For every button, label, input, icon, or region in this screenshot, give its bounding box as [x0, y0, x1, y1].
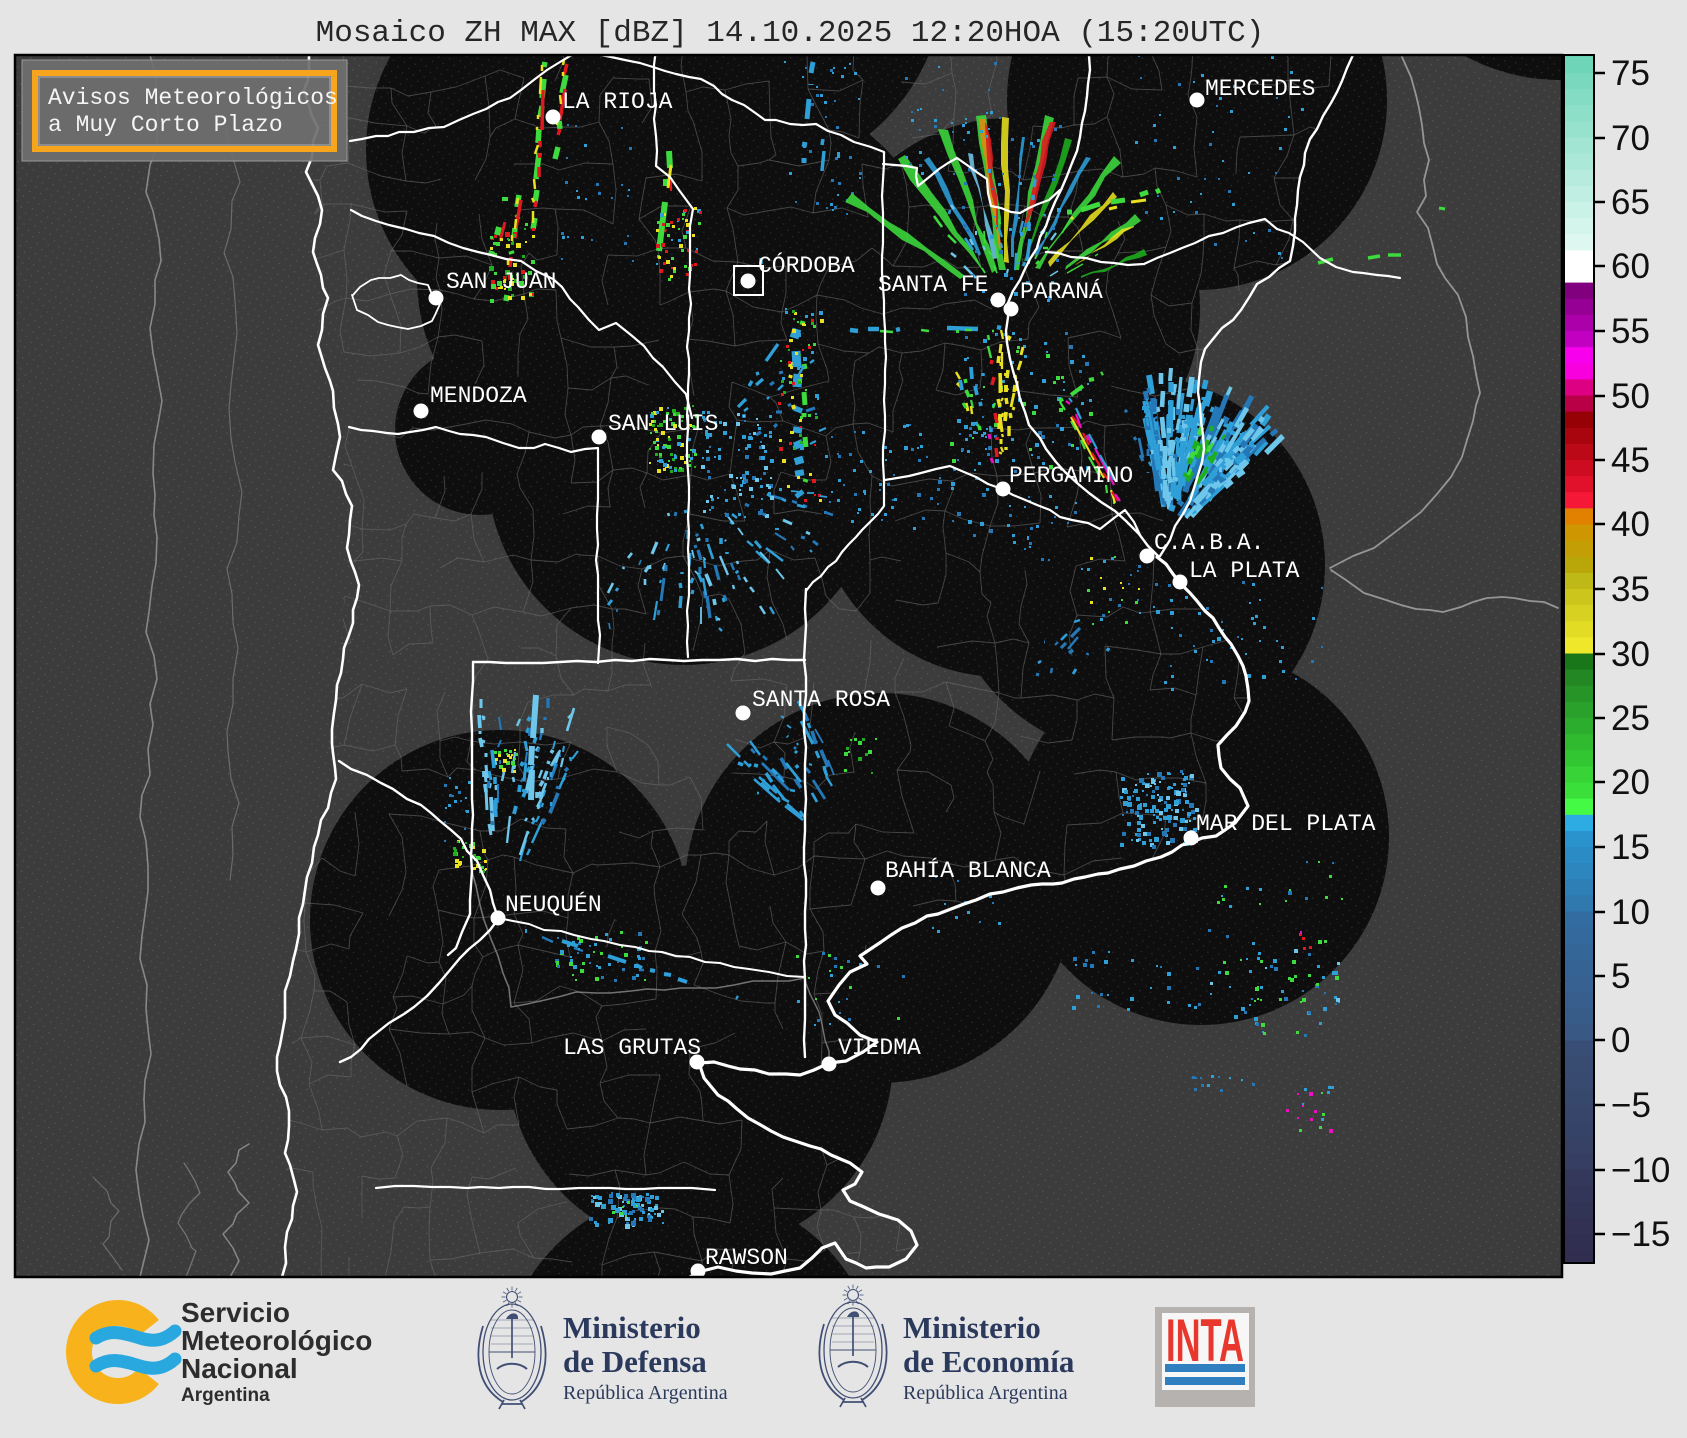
svg-text:a Muy Corto Plazo: a Muy Corto Plazo	[48, 112, 283, 138]
svg-text:Ministerio: Ministerio	[903, 1310, 1041, 1345]
svg-text:PERGAMINO: PERGAMINO	[1009, 463, 1133, 489]
svg-text:SAN LUIS: SAN LUIS	[608, 411, 718, 437]
svg-text:0: 0	[1611, 1021, 1630, 1060]
svg-text:INTA: INTA	[1166, 1307, 1244, 1374]
svg-text:MAR DEL PLATA: MAR DEL PLATA	[1196, 811, 1376, 837]
svg-text:−15: −15	[1611, 1215, 1670, 1254]
svg-text:LAS GRUTAS: LAS GRUTAS	[563, 1035, 701, 1061]
svg-text:65: 65	[1611, 183, 1650, 222]
svg-text:LA PLATA: LA PLATA	[1189, 558, 1300, 584]
svg-text:Ministerio: Ministerio	[563, 1310, 701, 1345]
svg-text:CÓRDOBA: CÓRDOBA	[758, 251, 855, 279]
svg-text:70: 70	[1611, 119, 1650, 158]
svg-text:SAN JUAN: SAN JUAN	[446, 269, 556, 295]
svg-text:LA RIOJA: LA RIOJA	[562, 89, 673, 115]
svg-text:Meteorológico: Meteorológico	[181, 1325, 372, 1356]
svg-text:República Argentina: República Argentina	[903, 1382, 1068, 1404]
svg-text:MENDOZA: MENDOZA	[430, 383, 527, 409]
svg-text:55: 55	[1611, 312, 1650, 351]
svg-text:MERCEDES: MERCEDES	[1205, 76, 1315, 102]
svg-text:Argentina: Argentina	[181, 1385, 270, 1406]
svg-text:20: 20	[1611, 763, 1650, 802]
svg-text:de Economía: de Economía	[903, 1344, 1075, 1379]
svg-text:Servicio: Servicio	[181, 1297, 290, 1328]
svg-text:30: 30	[1611, 635, 1650, 674]
svg-text:50: 50	[1611, 377, 1650, 416]
svg-text:Avisos Meteorológicos: Avisos Meteorológicos	[48, 85, 338, 111]
svg-text:75: 75	[1611, 54, 1650, 93]
svg-text:45: 45	[1611, 441, 1650, 480]
svg-text:RAWSON: RAWSON	[705, 1245, 788, 1271]
svg-text:5: 5	[1611, 957, 1630, 996]
svg-text:PARANÁ: PARANÁ	[1020, 278, 1103, 305]
svg-text:NEUQUÉN: NEUQUÉN	[505, 891, 602, 918]
svg-text:25: 25	[1611, 699, 1650, 738]
svg-text:10: 10	[1611, 893, 1650, 932]
svg-text:Mosaico ZH MAX [dBZ] 14.10.202: Mosaico ZH MAX [dBZ] 14.10.2025 12:20HOA…	[316, 16, 1265, 51]
svg-text:Nacional: Nacional	[181, 1353, 298, 1384]
svg-text:−5: −5	[1611, 1086, 1651, 1125]
svg-text:VIEDMA: VIEDMA	[838, 1035, 921, 1061]
svg-text:SANTA FE: SANTA FE	[878, 272, 988, 298]
svg-text:de Defensa: de Defensa	[563, 1344, 707, 1379]
svg-text:60: 60	[1611, 247, 1650, 286]
svg-text:República Argentina: República Argentina	[563, 1382, 728, 1404]
svg-text:SANTA ROSA: SANTA ROSA	[752, 687, 890, 713]
svg-text:−10: −10	[1611, 1151, 1670, 1190]
svg-text:15: 15	[1611, 828, 1650, 867]
svg-text:40: 40	[1611, 505, 1650, 544]
svg-text:BAHÍA BLANCA: BAHÍA BLANCA	[885, 857, 1051, 884]
svg-text:C.A.B.A.: C.A.B.A.	[1154, 530, 1264, 556]
svg-text:35: 35	[1611, 570, 1650, 609]
